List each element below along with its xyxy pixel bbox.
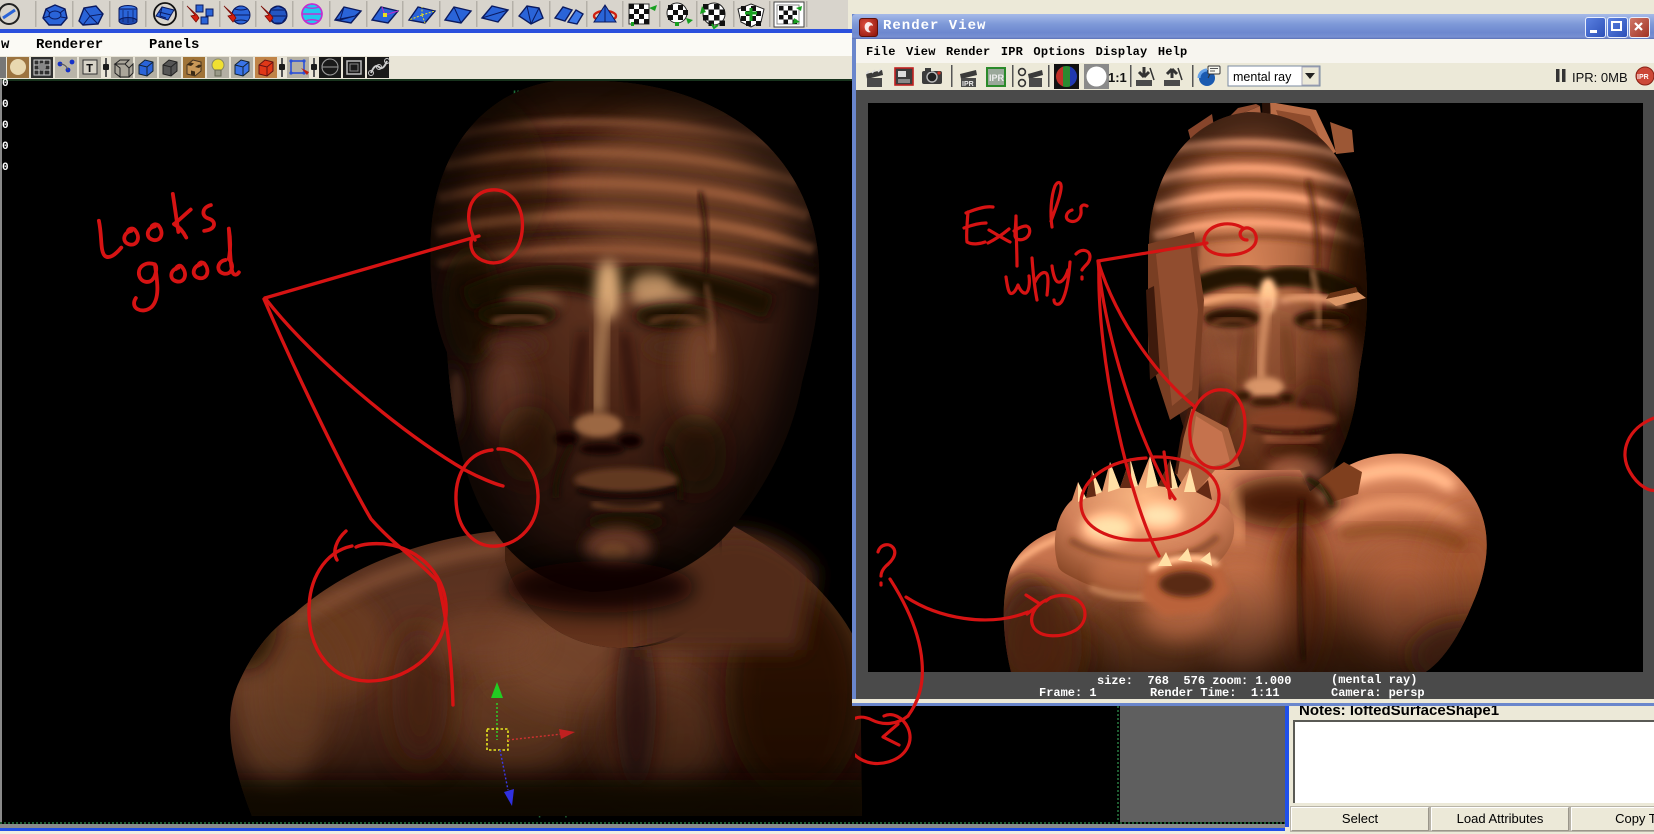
svg-text:IPR: IPR [1637,74,1649,81]
svg-text:mental ray: mental ray [1233,70,1292,84]
svg-text:IPR: IPR [989,73,1005,83]
svg-text:IPR: 0MB: IPR: 0MB [1572,70,1628,85]
svg-text:IPR: IPR [962,81,974,88]
svg-text:T: T [86,62,93,76]
svg-text:1:1: 1:1 [1108,70,1127,85]
